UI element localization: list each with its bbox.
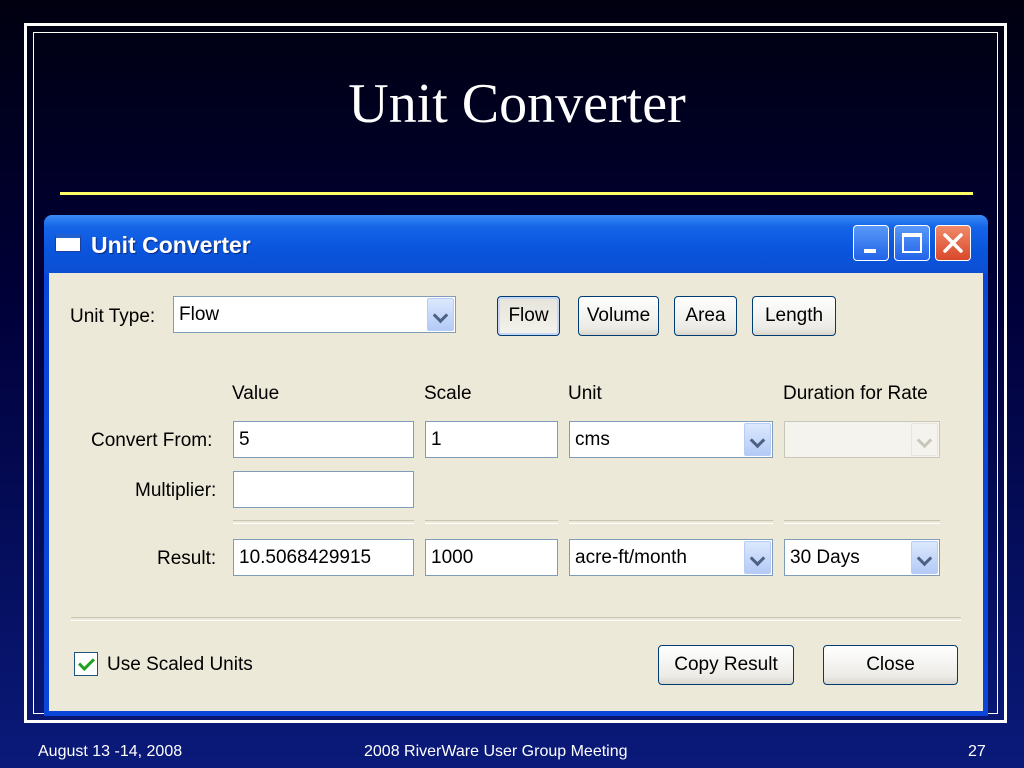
result-unit-select[interactable]: acre-ft/month [569,539,773,576]
scale-column-header: Scale [424,383,472,404]
convert-from-value-input[interactable]: 5 [233,421,414,458]
use-scaled-units-label: Use Scaled Units [107,654,253,675]
chevron-down-icon[interactable] [427,298,454,331]
result-label: Result: [157,548,217,569]
unit-converter-window: Unit Converter [44,215,988,716]
convert-from-label: Convert From: [91,430,213,451]
maximize-icon [902,233,922,253]
slide-title: Unit Converter [348,73,686,135]
unit-type-select[interactable]: Flow [173,296,456,333]
convert-from-unit-value: cms [575,429,610,450]
result-duration-value: 30 Days [790,547,860,568]
footer-separator [71,617,961,621]
chevron-down-icon[interactable] [744,423,771,456]
column-separator [784,520,940,524]
multiplier-input[interactable] [233,471,414,508]
close-icon [943,233,963,253]
multiplier-label: Multiplier: [135,480,217,501]
volume-button[interactable]: Volume [578,296,659,336]
unit-column-header: Unit [568,383,602,404]
copy-result-button[interactable]: Copy Result [658,645,794,685]
convert-from-duration-select [784,421,940,458]
chevron-down-icon [911,423,938,456]
close-window-button[interactable] [935,225,971,261]
title-divider [60,192,973,195]
footer-meeting: 2008 RiverWare User Group Meeting [364,743,628,760]
value-column-header: Value [232,383,280,404]
result-scale-input[interactable]: 1000 [425,539,558,576]
minimize-icon [864,249,876,253]
use-scaled-units-checkbox[interactable] [74,652,98,676]
result-value-input[interactable]: 10.5068429915 [233,539,414,576]
close-button[interactable]: Close [823,645,958,685]
chevron-down-icon[interactable] [744,541,771,574]
window-titlebar[interactable]: Unit Converter [44,215,988,273]
column-separator [425,520,558,524]
result-duration-select[interactable]: 30 Days [784,539,940,576]
unit-type-value: Flow [179,304,220,325]
footer-date: August 13 -14, 2008 [38,743,183,760]
minimize-button[interactable] [853,225,889,261]
flow-button[interactable]: Flow [497,296,560,336]
window-title: Unit Converter [91,232,251,258]
chevron-down-icon[interactable] [911,541,938,574]
column-separator [569,520,773,524]
length-button[interactable]: Length [752,296,836,336]
area-button[interactable]: Area [674,296,737,336]
footer-page-number: 27 [968,743,986,760]
convert-from-scale-input[interactable]: 1 [425,421,558,458]
convert-from-unit-select[interactable]: cms [569,421,773,458]
unit-type-label: Unit Type: [70,306,156,327]
maximize-button[interactable] [894,225,930,261]
result-unit-value: acre-ft/month [575,547,687,568]
duration-column-header: Duration for Rate [783,383,928,404]
window-icon [55,234,81,252]
column-separator [233,520,414,524]
